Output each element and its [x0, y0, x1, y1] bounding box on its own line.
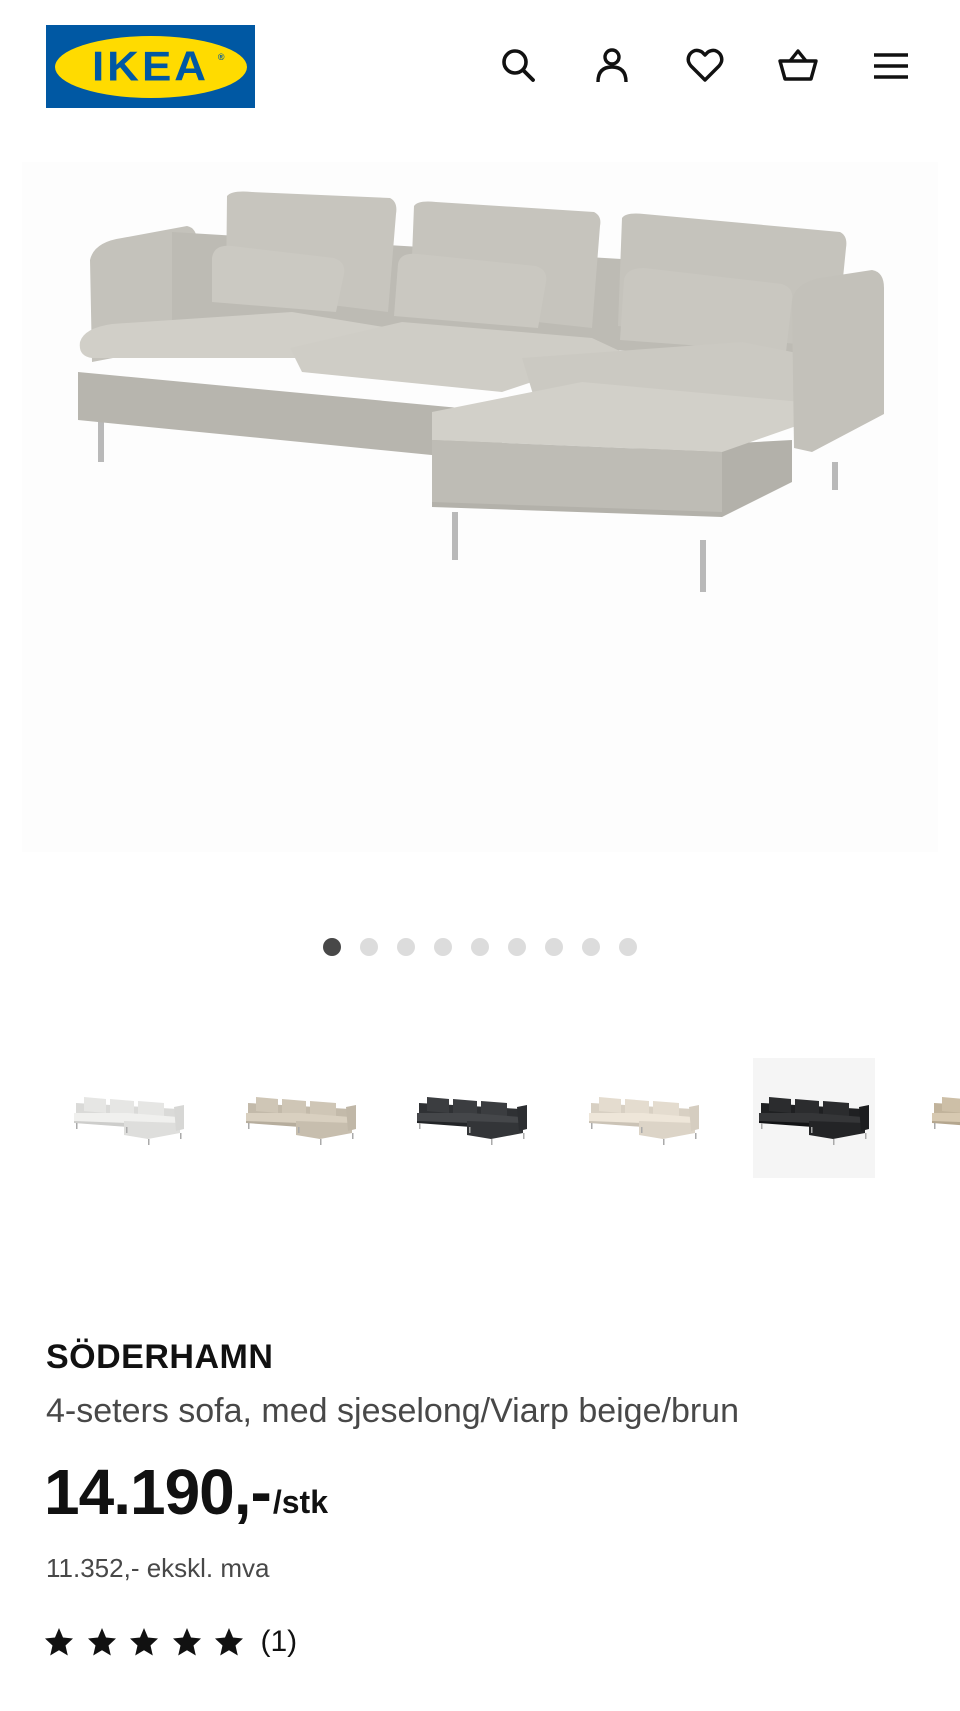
thumb-sofa-shape [124, 1121, 180, 1139]
variant-thumb[interactable] [411, 1058, 533, 1178]
review-count: (1) [260, 1625, 298, 1658]
thumb-sofa-leg [180, 1133, 182, 1139]
thumb-sofa-leg [934, 1123, 936, 1129]
thumb-sofa-leg [248, 1123, 250, 1129]
thumb-sofa-shape [256, 1097, 278, 1113]
account-icon[interactable] [588, 42, 636, 90]
menu-icon[interactable] [867, 42, 915, 90]
thumb-sofa-leg [761, 1123, 763, 1129]
star-icon [214, 1627, 244, 1657]
header: IKEA ® [0, 0, 960, 130]
thumb-sofa-shape [467, 1121, 523, 1139]
thumb-sofa-leg [695, 1133, 697, 1139]
thumb-sofa-leg [469, 1127, 471, 1133]
thumb-sofa-leg [833, 1139, 835, 1145]
star-icon [172, 1627, 202, 1657]
carousel-dot[interactable] [471, 938, 489, 956]
product-description: 4-seters sofa, med sjeselong/Viarp beige… [46, 1392, 739, 1430]
thumb-sofa-shape [84, 1097, 106, 1113]
thumb-sofa-leg [76, 1123, 78, 1129]
product-name: SÖDERHAMN [46, 1338, 274, 1376]
thumb-sofa-shape [110, 1099, 134, 1115]
star-icon [87, 1627, 117, 1657]
thumb-sofa-shape [282, 1099, 306, 1115]
thumb-sofa-shape [427, 1097, 449, 1113]
thumb-sofa-leg [320, 1139, 322, 1145]
thumb-sofa-leg [148, 1139, 150, 1145]
thumb-sofa-leg [591, 1123, 593, 1129]
thumb-sofa-leg [126, 1127, 128, 1133]
thumb-sofa-leg [663, 1139, 665, 1145]
carousel-dot[interactable] [434, 938, 452, 956]
registered-mark: ® [217, 51, 225, 62]
carousel-dot[interactable] [397, 938, 415, 956]
product-image[interactable] [22, 162, 938, 852]
thumb-sofa-shape [942, 1097, 960, 1113]
search-icon[interactable] [495, 42, 543, 90]
price-amount: 14.190,- [44, 1456, 272, 1528]
carousel-dot[interactable] [545, 938, 563, 956]
thumb-sofa-shape [795, 1099, 819, 1115]
price: 14.190,- /stk [44, 1460, 328, 1524]
sofa-illustration [78, 191, 884, 592]
thumb-sofa-shape [809, 1121, 865, 1139]
basket-icon[interactable] [774, 42, 822, 90]
thumb-sofa-leg [811, 1127, 813, 1133]
carousel-dot[interactable] [360, 938, 378, 956]
variant-thumb[interactable] [68, 1058, 190, 1178]
carousel-dot[interactable] [508, 938, 526, 956]
thumb-sofa-leg [352, 1133, 354, 1139]
thumb-sofa-shape [769, 1097, 791, 1113]
thumb-sofa-shape [625, 1099, 649, 1115]
thumb-sofa-shape [599, 1097, 621, 1113]
price-excl-vat: 11.352,- ekskl. mva [46, 1553, 270, 1583]
thumb-sofa-leg [491, 1139, 493, 1145]
price-unit: /stk [272, 1484, 328, 1520]
star-icon [129, 1627, 159, 1657]
thumb-sofa-leg [419, 1123, 421, 1129]
thumb-sofa-leg [298, 1127, 300, 1133]
thumb-sofa-leg [641, 1127, 643, 1133]
variant-thumbnails [0, 1058, 960, 1183]
logo-text: IKEA [91, 42, 210, 90]
thumb-sofa-shape [453, 1099, 477, 1115]
carousel-dots [0, 938, 960, 956]
variant-thumb[interactable] [583, 1058, 705, 1178]
thumb-sofa-shape [639, 1121, 695, 1139]
thumb-sofa-leg [523, 1133, 525, 1139]
logo-oval: IKEA ® [54, 35, 247, 98]
ikea-logo[interactable]: IKEA ® [46, 25, 255, 108]
thumb-sofa-shape [296, 1121, 352, 1139]
thumb-sofa-leg [865, 1133, 867, 1139]
rating[interactable]: (1) [44, 1625, 297, 1659]
carousel-dot[interactable] [323, 938, 341, 956]
carousel-dot[interactable] [582, 938, 600, 956]
star-icon [44, 1627, 74, 1657]
carousel-dot[interactable] [619, 938, 637, 956]
variant-thumb[interactable] [926, 1058, 960, 1178]
heart-icon[interactable] [681, 42, 729, 90]
variant-thumb[interactable] [240, 1058, 362, 1178]
variant-thumb-selected[interactable] [753, 1058, 875, 1178]
